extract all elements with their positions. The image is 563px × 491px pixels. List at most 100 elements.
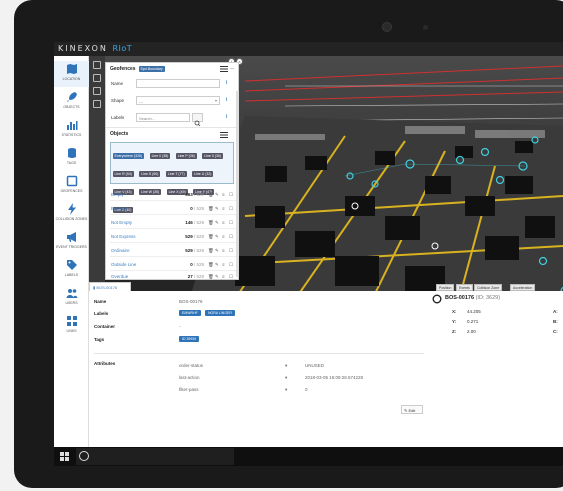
chevron-down-icon[interactable]: ▾ (285, 375, 287, 381)
trash-icon[interactable]: 🗑 (208, 248, 214, 254)
nav-item-objects[interactable]: Objects (54, 89, 89, 115)
object-filter-name[interactable]: Not Express (111, 234, 136, 239)
object-filter-name[interactable]: Empty (111, 192, 124, 197)
nav-item-geofences[interactable]: Geofences (54, 173, 89, 199)
tag-id-badge[interactable]: ID 39939 (179, 336, 200, 342)
scene-tab-collision-zone[interactable]: Collision Zone (474, 284, 503, 291)
label-tag[interactable]: NORA LINGER (205, 310, 235, 316)
labels-search-input[interactable]: Search... (136, 113, 190, 122)
panel-scrollbar[interactable] (236, 91, 239, 277)
trash-icon[interactable]: 🗑 (208, 234, 214, 240)
object-filter-row[interactable]: Overdue 27 / 529 🗑 ✎ ≡ ☐ (110, 273, 236, 281)
nav-item-location[interactable]: Location (54, 61, 89, 87)
object-filter-row[interactable]: Outside Line 0 / 529 🗑 ✎ ≡ ☐ (110, 259, 236, 271)
filter-icon[interactable] (93, 74, 101, 82)
square-icon[interactable]: ☐ (229, 248, 233, 254)
container-field-value: - (179, 324, 181, 329)
square-icon[interactable]: ☐ (229, 234, 233, 240)
collapse-icon[interactable]: — (230, 65, 234, 70)
object-filter-row[interactable]: Not Empty 146 / 529 🗑 ✎ ≡ ☐ (110, 217, 236, 229)
line-chip[interactable]: Line U (32) (192, 171, 214, 177)
taskbar-search-box[interactable] (76, 448, 234, 465)
line-chip[interactable]: Line P (36) (175, 153, 197, 159)
object-filter-name[interactable]: Ordinaire (111, 248, 130, 253)
chevron-down-icon[interactable]: ▾ (285, 363, 287, 369)
cortana-icon[interactable] (79, 451, 89, 461)
pencil-icon[interactable]: ✎ (215, 274, 219, 280)
layer-icon[interactable] (93, 61, 101, 69)
object-filter-row[interactable]: Empty 363 / 529 🗑 ✎ ≡ ☐ (110, 189, 236, 201)
line-chip[interactable]: Line R (94) (112, 171, 134, 177)
nav-item-collision-zones[interactable]: Collision Zones (54, 201, 89, 227)
pencil-icon[interactable]: ✎ (215, 220, 219, 226)
pencil-icon[interactable]: ✎ (215, 262, 219, 268)
info-icon[interactable]: i (226, 97, 227, 103)
nav-item-labels[interactable]: Labels (54, 257, 89, 283)
trash-icon[interactable]: 🗑 (208, 262, 214, 268)
list-icon[interactable] (220, 66, 228, 72)
object-filter-name[interactable]: Outside Line (111, 262, 136, 267)
pencil-icon[interactable]: ✎ (215, 206, 219, 212)
label-tag[interactable]: EMWRHF (179, 310, 201, 316)
nav-item-users[interactable]: Users (54, 285, 89, 311)
square-icon[interactable]: ☐ (229, 274, 233, 280)
info-icon[interactable]: i (226, 114, 227, 120)
square-icon[interactable]: ☐ (229, 220, 233, 226)
trash-icon[interactable]: 🗑 (208, 274, 214, 280)
list-icon[interactable]: ≡ (222, 274, 225, 279)
nav-item-tags[interactable]: Tags (54, 145, 89, 171)
nav-item-event-triggers[interactable]: Event Triggers (54, 229, 89, 255)
brand-subtitle: RIoT (112, 44, 133, 53)
edit-button[interactable]: ✎ Edit (401, 405, 423, 414)
line-chip[interactable]: Line S (60) (139, 171, 161, 177)
name-field-value: BOS-00176 (179, 299, 203, 304)
list-icon[interactable]: ≡ (222, 234, 225, 239)
line-chip[interactable]: Everywhere (326) (112, 153, 145, 159)
coord-value: 0.271 (467, 319, 479, 324)
search-icon (194, 120, 201, 127)
geofence-filter-chip[interactable]: Spd.Boundary (138, 65, 165, 72)
nav-item-links[interactable]: Links (54, 313, 89, 339)
windows-logo-icon[interactable] (60, 452, 69, 461)
list-icon[interactable]: ≡ (222, 206, 225, 211)
pencil-icon[interactable]: ✎ (215, 192, 219, 198)
object-filter-row[interactable]: Ordinaire 529 / 529 🗑 ✎ ≡ ☐ (110, 245, 236, 257)
info-icon[interactable]: i (226, 80, 227, 86)
line-chip[interactable]: Line 0 (39) (202, 153, 224, 159)
object-filter-row[interactable]: Not Express 529 / 529 🗑 ✎ ≡ ☐ (110, 231, 236, 243)
object-filter-name[interactable]: Express (111, 206, 127, 211)
trash-icon[interactable]: 🗑 (208, 220, 214, 226)
shape-select[interactable]: --- ▾ (136, 96, 220, 105)
line-chip[interactable]: Line 0 (38) (149, 153, 171, 159)
square-icon[interactable]: ☐ (229, 262, 233, 268)
trash-icon[interactable]: 🗑 (208, 206, 214, 212)
list-icon[interactable]: ≡ (222, 248, 225, 253)
scene-tab-acceleration[interactable]: Acceleration (510, 284, 536, 291)
list-icon[interactable]: ≡ (222, 220, 225, 225)
list-icon[interactable] (93, 87, 101, 95)
chevron-down-icon[interactable]: ▾ (285, 387, 287, 393)
trash-icon[interactable]: 🗑 (208, 192, 214, 198)
windows-taskbar (54, 447, 563, 466)
object-filter-row[interactable]: Express 0 / 529 🗑 ✎ ≡ ☐ (110, 203, 236, 215)
square-icon[interactable]: ☐ (229, 206, 233, 212)
search-button[interactable] (192, 113, 203, 127)
coord-value: 44.205 (467, 309, 481, 314)
list-icon[interactable] (220, 132, 228, 138)
object-filter-name[interactable]: Not Empty (111, 220, 132, 225)
list-icon[interactable]: ≡ (222, 192, 225, 197)
layer-icon[interactable] (93, 100, 101, 108)
scene-tab-position[interactable]: Position (436, 284, 455, 291)
count-total: / 529 (193, 220, 204, 225)
pencil-icon[interactable]: ✎ (215, 248, 219, 254)
edit-button-label: Edit (408, 408, 416, 413)
object-filter-name[interactable]: Overdue (111, 274, 128, 279)
square-icon[interactable]: ☐ (229, 192, 233, 198)
scene-tab-events[interactable]: Events (456, 284, 473, 291)
pencil-icon[interactable]: ✎ (215, 234, 219, 240)
line-chip[interactable]: Line T (77) (165, 171, 187, 177)
nav-item-statistics[interactable]: Statistics (54, 117, 89, 143)
list-icon[interactable]: ≡ (222, 262, 225, 267)
detail-tab[interactable]: ▮ BOS-00176 (89, 282, 131, 291)
name-input[interactable] (136, 79, 220, 88)
